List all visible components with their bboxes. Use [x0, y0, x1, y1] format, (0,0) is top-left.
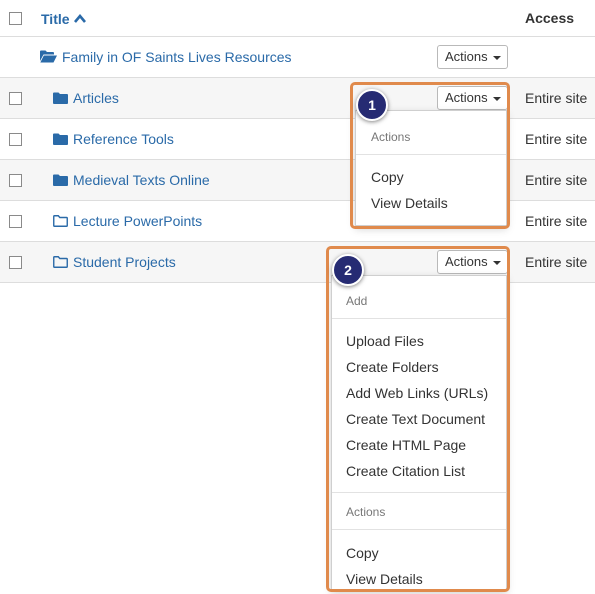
menu-section-header: Add [346, 294, 368, 308]
step-badge: 1 [356, 89, 388, 121]
folder-icon [53, 91, 68, 107]
row-checkbox[interactable] [9, 215, 22, 228]
folder-icon [53, 132, 68, 148]
menu-divider [332, 492, 506, 493]
access-value: Entire site [525, 213, 588, 229]
folder-link[interactable]: Lecture PowerPoints [53, 213, 202, 230]
access-value: Entire site [525, 172, 588, 188]
folder-link[interactable]: Reference Tools [53, 131, 174, 148]
menu-item-create-text-document[interactable]: Create Text Document [346, 411, 485, 427]
parent-folder-link[interactable]: Family in OF Saints Lives Resources [40, 49, 292, 66]
menu-item-view-details[interactable]: View Details [346, 571, 423, 587]
actions-button[interactable]: Actions [437, 86, 508, 110]
table-row: Family in OF Saints Lives Resources Acti… [0, 37, 595, 78]
menu-item-copy[interactable]: Copy [346, 545, 379, 561]
caret-down-icon [493, 261, 501, 265]
actions-dropdown-menu: Actions Copy View Details [355, 110, 507, 226]
menu-divider [332, 529, 506, 530]
folder-link[interactable]: Student Projects [53, 254, 176, 271]
menu-divider [332, 318, 506, 319]
menu-item-create-folders[interactable]: Create Folders [346, 359, 439, 375]
row-checkbox[interactable] [9, 256, 22, 269]
title-sort-header[interactable]: Title [41, 10, 86, 27]
menu-section-header: Actions [371, 130, 411, 144]
row-checkbox[interactable] [9, 92, 22, 105]
menu-item-add-web-links[interactable]: Add Web Links (URLs) [346, 385, 488, 401]
folder-link[interactable]: Articles [53, 90, 119, 107]
access-value: Entire site [525, 131, 588, 147]
access-column-header: Access [525, 10, 575, 26]
menu-item-upload-files[interactable]: Upload Files [346, 333, 424, 349]
folder-outline-icon [53, 214, 68, 230]
menu-divider [356, 154, 506, 155]
select-all-checkbox[interactable] [9, 12, 22, 25]
caret-down-icon [493, 97, 501, 101]
actions-button[interactable]: Actions [437, 250, 508, 274]
row-checkbox[interactable] [9, 174, 22, 187]
access-value: Entire site [525, 90, 588, 106]
step-badge: 2 [332, 254, 364, 286]
access-value: Entire site [525, 254, 588, 270]
sort-ascending-icon [73, 10, 86, 26]
table-header: Title Access [0, 0, 595, 37]
actions-dropdown-menu: Add Upload Files Create Folders Add Web … [331, 275, 507, 591]
menu-item-copy[interactable]: Copy [371, 169, 404, 185]
caret-down-icon [493, 56, 501, 60]
folder-icon [53, 173, 68, 189]
actions-button[interactable]: Actions [437, 45, 508, 69]
menu-item-view-details[interactable]: View Details [371, 195, 448, 211]
menu-item-create-citation-list[interactable]: Create Citation List [346, 463, 465, 479]
row-checkbox[interactable] [9, 133, 22, 146]
folder-open-icon [40, 50, 57, 66]
folder-link[interactable]: Medieval Texts Online [53, 172, 210, 189]
menu-item-create-html-page[interactable]: Create HTML Page [346, 437, 466, 453]
folder-outline-icon [53, 255, 68, 271]
menu-section-header: Actions [346, 505, 386, 519]
